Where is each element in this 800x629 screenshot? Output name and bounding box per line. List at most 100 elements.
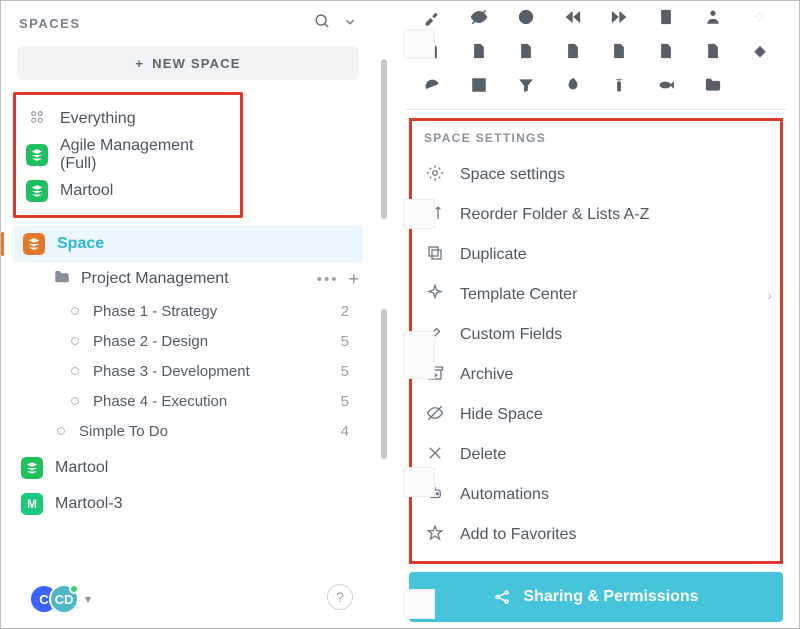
list-item[interactable]: Simple To Do4 <box>13 416 363 446</box>
clipboard-icon[interactable] <box>643 3 690 31</box>
avatar[interactable]: CD <box>49 584 79 614</box>
menu-reorder[interactable]: Reorder Folder & Lists A-Z <box>418 195 774 235</box>
eyedropper-icon[interactable] <box>409 3 456 31</box>
space-item-label: Everything <box>60 110 136 128</box>
bullet-icon <box>71 307 79 315</box>
list-item-label: Phase 3 - Development <box>93 363 341 380</box>
paint-bucket-icon[interactable] <box>736 37 783 65</box>
sparkle-icon <box>424 284 446 306</box>
fish-icon[interactable] <box>643 71 690 99</box>
space-item-agile[interactable]: Agile Management (Full) <box>18 137 238 173</box>
more-icon[interactable]: ••• <box>317 271 339 288</box>
space-item-martool2[interactable]: Martool <box>13 450 363 486</box>
skip-forward-icon[interactable] <box>596 3 643 31</box>
menu-delete[interactable]: Delete <box>418 435 774 475</box>
menu-label: Space settings <box>460 166 565 184</box>
sharing-permissions-button[interactable]: Sharing & Permissions <box>409 572 783 622</box>
menu-label: Archive <box>460 366 513 384</box>
file-doc-icon[interactable] <box>596 37 643 65</box>
list-item-count: 5 <box>341 393 359 410</box>
scroll-thumb[interactable] <box>381 59 387 219</box>
list-item[interactable]: Phase 2 - Design5 <box>13 326 363 356</box>
space-item-everything[interactable]: Everything <box>18 101 238 137</box>
menu-duplicate[interactable]: Duplicate <box>418 235 774 275</box>
person-icon[interactable] <box>690 3 737 31</box>
film-icon[interactable] <box>456 71 503 99</box>
menu-label: Custom Fields <box>460 326 562 344</box>
space-badge-icon: M <box>21 493 43 515</box>
skip-back-icon[interactable] <box>549 3 596 31</box>
folder-icon <box>53 268 71 290</box>
file-list-icon[interactable] <box>690 37 737 65</box>
new-space-button[interactable]: + NEW SPACE <box>17 46 359 80</box>
space-item-active[interactable]: Space <box>13 226 363 262</box>
folder-row[interactable]: Project Management ••• + <box>13 262 363 296</box>
sidebar: SPACES + NEW SPACE Everything <box>1 1 375 628</box>
space-item-label: Martool <box>55 459 108 477</box>
list-item[interactable]: Phase 4 - Execution5 <box>13 386 363 416</box>
space-item-label: Martool <box>60 182 113 200</box>
help-button[interactable]: ? <box>327 584 353 610</box>
file-code-icon[interactable] <box>503 37 550 65</box>
space-item-martool[interactable]: Martool <box>18 173 238 209</box>
extinguisher-icon[interactable] <box>596 71 643 99</box>
menu-custom-fields[interactable]: Custom Fields <box>418 315 774 355</box>
file-audio-icon[interactable] <box>549 37 596 65</box>
icon-picker-grid: ○ <box>409 1 783 107</box>
menu-add-favorite[interactable]: Add to Favorites <box>418 515 774 555</box>
space-item-martool3[interactable]: M Martool-3 <box>13 486 363 522</box>
file-sheet-icon[interactable] <box>643 37 690 65</box>
menu-label: Delete <box>460 446 506 464</box>
folder-icon[interactable] <box>690 71 737 99</box>
space-badge-icon <box>26 144 48 166</box>
list-item-label: Phase 4 - Execution <box>93 393 341 410</box>
bullet-icon <box>71 367 79 375</box>
space-badge-icon <box>21 457 43 479</box>
new-space-label: NEW SPACE <box>152 56 241 71</box>
folder-label: Project Management <box>81 270 307 288</box>
avatar-label: CD <box>55 592 74 607</box>
scroll-thumb[interactable] <box>381 309 387 459</box>
list-item[interactable]: Phase 3 - Development5 <box>13 356 363 386</box>
avatar-stack[interactable]: C CD ▾ <box>29 584 91 614</box>
menu-label: Automations <box>460 486 549 504</box>
menu-space-settings[interactable]: Space settings <box>418 155 774 195</box>
star-icon <box>424 524 446 546</box>
menu-hide-space[interactable]: Hide Space <box>418 395 774 435</box>
menu-template-center[interactable]: Template Center › <box>418 275 774 315</box>
chevron-down-icon[interactable] <box>343 15 357 33</box>
list-item-count: 5 <box>341 363 359 380</box>
divider <box>405 109 787 110</box>
menu-label: Add to Favorites <box>460 526 577 544</box>
presence-dot <box>69 584 79 594</box>
menu-label: Duplicate <box>460 246 527 264</box>
copy-icon <box>424 244 446 266</box>
search-icon[interactable] <box>314 13 331 34</box>
fire-icon[interactable] <box>549 71 596 99</box>
file-icon[interactable] <box>409 37 456 65</box>
list-item-count: 2 <box>341 303 359 320</box>
highlighted-spaces: Everything Agile Management (Full) Marto… <box>13 92 243 218</box>
menu-label: Reorder Folder & Lists A-Z <box>460 206 649 224</box>
menu-label: Hide Space <box>460 406 543 424</box>
menu-archive[interactable]: Archive <box>418 355 774 395</box>
chevron-down-icon[interactable]: ▾ <box>85 592 91 606</box>
list-item-label: Phase 1 - Strategy <box>93 303 341 320</box>
globe-icon[interactable] <box>503 3 550 31</box>
list-item-count: 4 <box>341 423 359 440</box>
filter-icon[interactable] <box>503 71 550 99</box>
section-heading: SPACE SETTINGS <box>418 127 774 155</box>
file-ai-icon[interactable] <box>456 37 503 65</box>
eye-off-icon[interactable] <box>456 3 503 31</box>
add-list-icon[interactable]: + <box>348 269 359 290</box>
gear-icon <box>424 164 446 186</box>
space-settings-section: SPACE SETTINGS Space settings Reorder Fo… <box>409 118 783 564</box>
space-badge-icon <box>26 180 48 202</box>
scrollbar[interactable] <box>375 1 393 628</box>
refresh-icon[interactable] <box>409 71 456 99</box>
sort-icon <box>424 204 446 226</box>
list-item[interactable]: Phase 1 - Strategy2 <box>13 296 363 326</box>
menu-automations[interactable]: Automations <box>418 475 774 515</box>
share-icon <box>493 588 511 606</box>
spaces-heading: SPACES <box>19 16 81 31</box>
